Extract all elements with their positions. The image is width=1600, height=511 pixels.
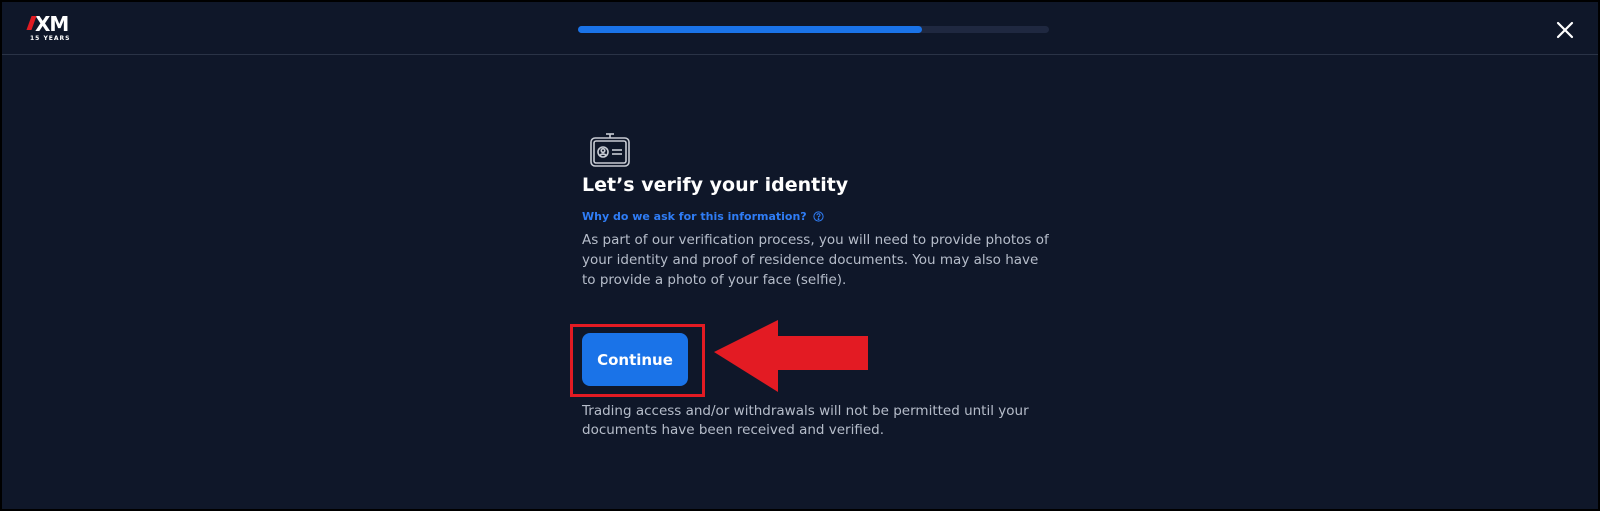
why-info-link-label: Why do we ask for this information? <box>582 210 807 223</box>
progress-bar <box>578 26 1049 33</box>
progress-bar-fill <box>578 26 922 33</box>
continue-button[interactable]: Continue <box>582 333 688 386</box>
logo-subtext: 15 YEARS <box>30 35 71 42</box>
page: XM 15 YEARS Let’s verify your identity W… <box>0 0 1600 511</box>
help-circle-icon[interactable] <box>813 211 824 222</box>
description-text: As part of our verification process, you… <box>582 232 1049 288</box>
id-card-icon <box>589 132 631 168</box>
header: XM 15 YEARS <box>2 2 1598 55</box>
red-arrow-annotation <box>714 320 868 392</box>
logo-text: XM <box>35 12 69 36</box>
logo-main-text: XM <box>26 12 69 36</box>
close-icon[interactable] <box>1555 20 1575 40</box>
page-title: Let’s verify your identity <box>582 174 849 196</box>
xm-logo[interactable]: XM 15 YEARS <box>26 12 73 44</box>
disclaimer-text: Trading access and/or withdrawals will n… <box>582 403 1029 438</box>
why-info-link[interactable]: Why do we ask for this information? <box>582 210 824 223</box>
